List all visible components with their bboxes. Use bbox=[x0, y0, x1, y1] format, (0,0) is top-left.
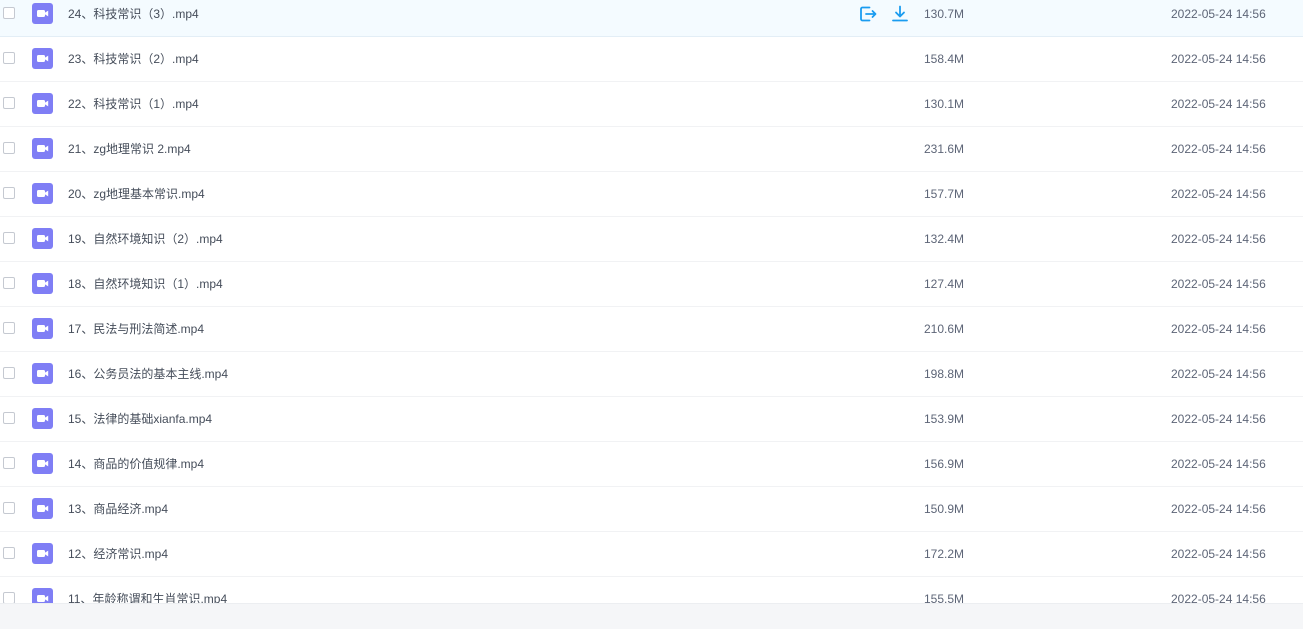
file-name[interactable]: 18、自然环境知识（1）.mp4 bbox=[68, 276, 223, 292]
file-row[interactable]: 12、经济常识.mp4 172.2M 2022-05-24 14:56 bbox=[0, 532, 1303, 577]
file-date: 2022-05-24 14:56 bbox=[1171, 322, 1266, 336]
video-file-icon bbox=[32, 543, 53, 564]
file-size: 155.5M bbox=[924, 592, 965, 603]
file-date: 2022-05-24 14:56 bbox=[1171, 502, 1266, 516]
row-checkbox[interactable] bbox=[3, 7, 15, 19]
file-size: 231.6M bbox=[924, 142, 965, 156]
file-size: 156.9M bbox=[924, 457, 965, 471]
row-checkbox[interactable] bbox=[3, 412, 15, 424]
row-checkbox[interactable] bbox=[3, 277, 15, 289]
video-file-icon bbox=[32, 48, 53, 69]
file-row[interactable]: 22、科技常识（1）.mp4 130.1M 2022-05-24 14:56 bbox=[0, 82, 1303, 127]
file-date: 2022-05-24 14:56 bbox=[1171, 367, 1266, 381]
row-actions bbox=[858, 4, 910, 24]
file-date: 2022-05-24 14:56 bbox=[1171, 592, 1266, 603]
file-name[interactable]: 15、法律的基础xianfa.mp4 bbox=[68, 411, 212, 427]
file-name[interactable]: 20、zg地理基本常识.mp4 bbox=[68, 186, 205, 202]
file-row[interactable]: 21、zg地理常识 2.mp4 231.6M 2022-05-24 14:56 bbox=[0, 127, 1303, 172]
file-row[interactable]: 24、科技常识（3）.mp4 130.7M 2022-05-24 14:56 bbox=[0, 0, 1303, 37]
video-file-icon bbox=[32, 498, 53, 519]
file-date: 2022-05-24 14:56 bbox=[1171, 412, 1266, 426]
file-name[interactable]: 24、科技常识（3）.mp4 bbox=[68, 6, 199, 22]
open-external-icon[interactable] bbox=[858, 4, 878, 24]
video-file-icon bbox=[32, 408, 53, 429]
file-size: 157.7M bbox=[924, 187, 965, 201]
file-row[interactable]: 20、zg地理基本常识.mp4 157.7M 2022-05-24 14:56 bbox=[0, 172, 1303, 217]
row-checkbox[interactable] bbox=[3, 52, 15, 64]
file-list: 24、科技常识（3）.mp4 130.7M 2022-05-24 14:56 2… bbox=[0, 0, 1303, 603]
video-file-icon bbox=[32, 228, 53, 249]
file-date: 2022-05-24 14:56 bbox=[1171, 547, 1266, 561]
row-checkbox[interactable] bbox=[3, 322, 15, 334]
footer-bar bbox=[0, 603, 1303, 629]
video-file-icon bbox=[32, 93, 53, 114]
file-size: 130.1M bbox=[924, 97, 965, 111]
file-name[interactable]: 22、科技常识（1）.mp4 bbox=[68, 96, 199, 112]
file-size: 198.8M bbox=[924, 367, 965, 381]
row-checkbox[interactable] bbox=[3, 547, 15, 559]
file-row[interactable]: 18、自然环境知识（1）.mp4 127.4M 2022-05-24 14:56 bbox=[0, 262, 1303, 307]
video-file-icon bbox=[32, 453, 53, 474]
file-date: 2022-05-24 14:56 bbox=[1171, 52, 1266, 66]
file-date: 2022-05-24 14:56 bbox=[1171, 232, 1266, 246]
video-file-icon bbox=[32, 138, 53, 159]
row-checkbox[interactable] bbox=[3, 457, 15, 469]
file-name[interactable]: 21、zg地理常识 2.mp4 bbox=[68, 141, 191, 157]
file-name[interactable]: 16、公务员法的基本主线.mp4 bbox=[68, 366, 228, 382]
file-name[interactable]: 13、商品经济.mp4 bbox=[68, 501, 168, 517]
file-size: 210.6M bbox=[924, 322, 965, 336]
file-row[interactable]: 13、商品经济.mp4 150.9M 2022-05-24 14:56 bbox=[0, 487, 1303, 532]
row-checkbox[interactable] bbox=[3, 367, 15, 379]
video-file-icon bbox=[32, 273, 53, 294]
file-size: 172.2M bbox=[924, 547, 965, 561]
file-row[interactable]: 23、科技常识（2）.mp4 158.4M 2022-05-24 14:56 bbox=[0, 37, 1303, 82]
file-size: 132.4M bbox=[924, 232, 965, 246]
file-name[interactable]: 17、民法与刑法简述.mp4 bbox=[68, 321, 204, 337]
file-row[interactable]: 15、法律的基础xianfa.mp4 153.9M 2022-05-24 14:… bbox=[0, 397, 1303, 442]
file-row[interactable]: 14、商品的价值规律.mp4 156.9M 2022-05-24 14:56 bbox=[0, 442, 1303, 487]
row-checkbox[interactable] bbox=[3, 97, 15, 109]
file-name[interactable]: 19、自然环境知识（2）.mp4 bbox=[68, 231, 223, 247]
file-size: 150.9M bbox=[924, 502, 965, 516]
file-date: 2022-05-24 14:56 bbox=[1171, 142, 1266, 156]
file-date: 2022-05-24 14:56 bbox=[1171, 97, 1266, 111]
row-checkbox[interactable] bbox=[3, 502, 15, 514]
file-date: 2022-05-24 14:56 bbox=[1171, 277, 1266, 291]
file-row[interactable]: 11、年龄称谓和生肖常识.mp4 155.5M 2022-05-24 14:56 bbox=[0, 577, 1303, 603]
row-checkbox[interactable] bbox=[3, 187, 15, 199]
file-size: 130.7M bbox=[924, 7, 965, 21]
video-file-icon bbox=[32, 588, 53, 603]
file-size: 153.9M bbox=[924, 412, 965, 426]
file-name[interactable]: 23、科技常识（2）.mp4 bbox=[68, 51, 199, 67]
file-date: 2022-05-24 14:56 bbox=[1171, 457, 1266, 471]
file-row[interactable]: 16、公务员法的基本主线.mp4 198.8M 2022-05-24 14:56 bbox=[0, 352, 1303, 397]
row-checkbox[interactable] bbox=[3, 142, 15, 154]
row-checkbox[interactable] bbox=[3, 592, 15, 603]
file-date: 2022-05-24 14:56 bbox=[1171, 7, 1266, 21]
file-row[interactable]: 17、民法与刑法简述.mp4 210.6M 2022-05-24 14:56 bbox=[0, 307, 1303, 352]
download-icon[interactable] bbox=[890, 4, 910, 24]
file-name[interactable]: 14、商品的价值规律.mp4 bbox=[68, 456, 204, 472]
video-file-icon bbox=[32, 3, 53, 24]
row-checkbox[interactable] bbox=[3, 232, 15, 244]
file-size: 127.4M bbox=[924, 277, 965, 291]
video-file-icon bbox=[32, 183, 53, 204]
file-size: 158.4M bbox=[924, 52, 965, 66]
file-name[interactable]: 11、年龄称谓和生肖常识.mp4 bbox=[68, 591, 227, 603]
file-date: 2022-05-24 14:56 bbox=[1171, 187, 1266, 201]
video-file-icon bbox=[32, 318, 53, 339]
file-row[interactable]: 19、自然环境知识（2）.mp4 132.4M 2022-05-24 14:56 bbox=[0, 217, 1303, 262]
video-file-icon bbox=[32, 363, 53, 384]
file-name[interactable]: 12、经济常识.mp4 bbox=[68, 546, 168, 562]
